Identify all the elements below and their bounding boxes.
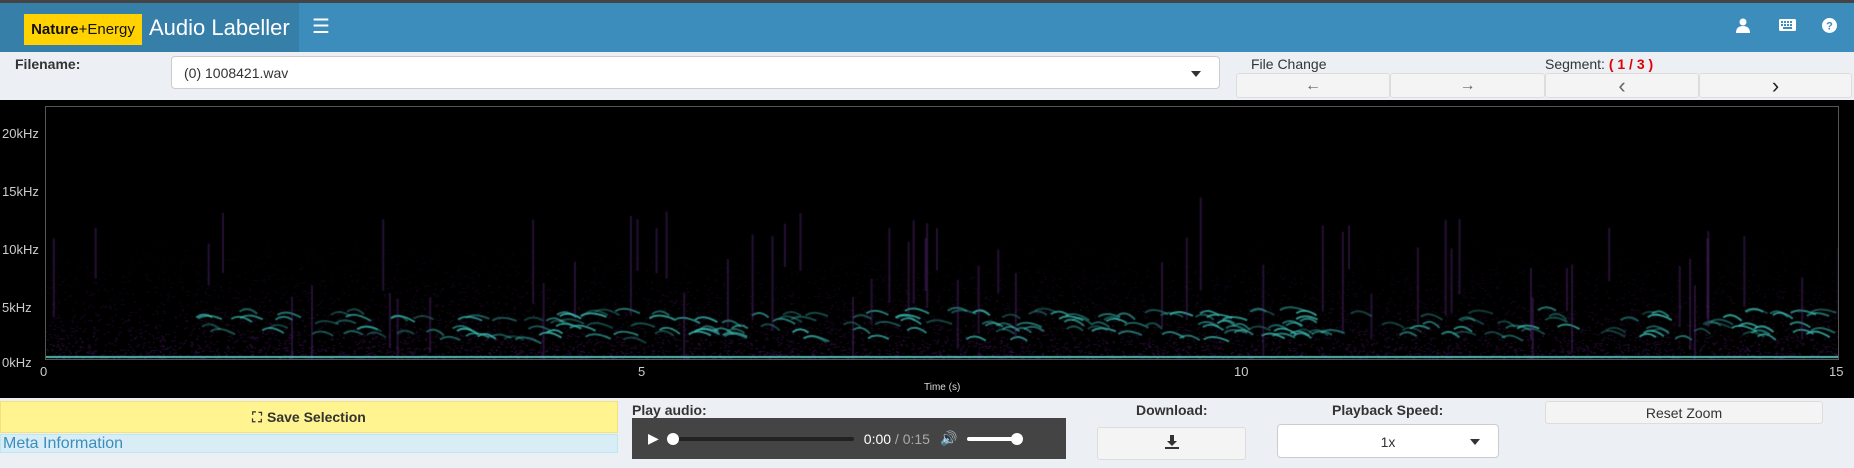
- filename-value: (0) 1008421.wav: [184, 65, 289, 81]
- download-label: Download:: [1136, 402, 1208, 418]
- next-segment-button[interactable]: ›: [1699, 73, 1852, 98]
- duration: 0:15: [902, 430, 930, 447]
- filename-select[interactable]: (0) 1008421.wav: [171, 56, 1220, 89]
- x-tick: 10: [1234, 364, 1249, 379]
- next-file-button[interactable]: →: [1390, 73, 1545, 98]
- play-audio-label: Play audio:: [632, 402, 707, 418]
- play-icon[interactable]: ▶: [648, 430, 659, 447]
- x-tick: 15: [1829, 364, 1844, 379]
- time-display: 0:00 / 0:15: [864, 431, 930, 447]
- time-separator: /: [891, 430, 903, 447]
- chevron-down-icon: [1191, 71, 1201, 77]
- playback-speed-label: Playback Speed:: [1332, 402, 1444, 418]
- x-axis-label: Time (s): [924, 382, 961, 393]
- x-tick: 0: [40, 364, 48, 379]
- y-tick: 0kHz: [2, 355, 32, 370]
- logo: Nature +Energy: [24, 14, 142, 45]
- volume-icon[interactable]: 🔊: [940, 430, 957, 447]
- user-icon[interactable]: [1736, 18, 1750, 37]
- chevron-right-icon: ›: [1771, 72, 1780, 98]
- segment-label-text: Segment:: [1545, 56, 1605, 72]
- selection-icon: ⛶: [252, 408, 262, 425]
- spectrogram[interactable]: 20kHz 15kHz 10kHz 5kHz 0kHz 0 5 10 15 Ti…: [0, 100, 1854, 398]
- seek-slider[interactable]: [666, 432, 854, 445]
- arrow-right-icon: →: [1459, 76, 1476, 94]
- playback-speed-select[interactable]: 1x: [1277, 424, 1499, 458]
- help-icon[interactable]: ?: [1822, 18, 1837, 37]
- y-tick: 15kHz: [2, 184, 39, 199]
- chevron-down-icon: [1470, 439, 1480, 445]
- hamburger-icon[interactable]: ☰: [312, 14, 330, 39]
- download-button[interactable]: [1097, 427, 1246, 460]
- y-tick: 10kHz: [2, 242, 39, 257]
- chevron-left-icon: ‹: [1618, 72, 1626, 98]
- arrow-left-icon: ←: [1305, 76, 1321, 94]
- save-selection-button[interactable]: ⛶ Save Selection: [0, 401, 618, 433]
- save-selection-label: Save Selection: [266, 409, 366, 425]
- logo-rest: +Energy: [78, 21, 135, 38]
- playback-speed-value: 1x: [1380, 434, 1396, 450]
- download-icon: [1164, 435, 1179, 452]
- seek-handle[interactable]: [666, 432, 679, 445]
- volume-handle[interactable]: [1011, 432, 1024, 445]
- app-title: Audio Labeller: [149, 15, 290, 40]
- volume-slider[interactable]: [967, 432, 1024, 445]
- svg-text:?: ?: [1826, 21, 1833, 33]
- logo-bold: Nature: [31, 21, 79, 38]
- segment-counter: ( 1 / 3 ): [1608, 56, 1654, 72]
- prev-segment-button[interactable]: ‹: [1545, 73, 1699, 98]
- y-tick: 20kHz: [2, 126, 39, 141]
- reset-zoom-button[interactable]: Reset Zoom: [1545, 401, 1823, 424]
- meta-information-panel[interactable]: Meta Information: [0, 434, 618, 453]
- plot-frame: [45, 106, 1839, 360]
- prev-file-button[interactable]: ←: [1236, 73, 1390, 98]
- filename-label: Filename:: [15, 56, 81, 72]
- audio-player: ▶ 0:00 / 0:15 🔊: [632, 418, 1066, 459]
- current-time: 0:00: [863, 430, 892, 447]
- file-change-label: File Change: [1251, 56, 1327, 72]
- y-tick: 5kHz: [2, 300, 32, 315]
- keyboard-icon[interactable]: [1779, 18, 1796, 35]
- segment-label: Segment: ( 1 / 3 ): [1545, 56, 1653, 72]
- x-tick: 5: [638, 364, 646, 379]
